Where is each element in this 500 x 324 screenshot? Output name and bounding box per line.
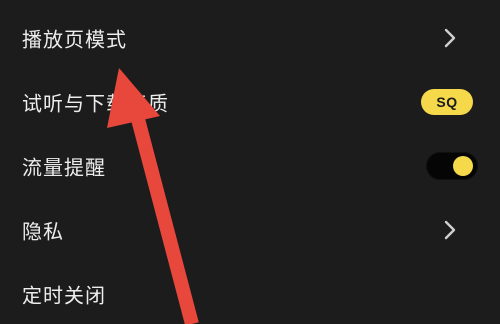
chevron-right-icon bbox=[444, 220, 456, 240]
setting-row-audio-quality[interactable]: 试听与下载音质 SQ bbox=[0, 70, 500, 134]
setting-row-privacy[interactable]: 隐私 bbox=[0, 198, 500, 262]
setting-label-player-mode: 播放页模式 bbox=[22, 27, 127, 52]
setting-label-data-reminder: 流量提醒 bbox=[22, 155, 106, 180]
setting-label-audio-quality: 试听与下载音质 bbox=[22, 91, 169, 116]
data-reminder-toggle[interactable] bbox=[426, 152, 478, 180]
toggle-knob bbox=[453, 156, 473, 176]
setting-row-data-reminder[interactable]: 流量提醒 bbox=[0, 134, 500, 198]
sq-quality-badge[interactable]: SQ bbox=[421, 89, 473, 115]
setting-row-player-mode[interactable]: 播放页模式 bbox=[0, 6, 500, 70]
setting-row-sleep-timer[interactable]: 定时关闭 bbox=[0, 262, 500, 324]
setting-label-privacy: 隐私 bbox=[22, 219, 64, 244]
chevron-right-icon bbox=[444, 28, 456, 48]
settings-list: 播放页模式 试听与下载音质 SQ 流量提醒 隐私 定时关闭 bbox=[0, 0, 500, 324]
setting-label-sleep-timer: 定时关闭 bbox=[22, 283, 106, 308]
